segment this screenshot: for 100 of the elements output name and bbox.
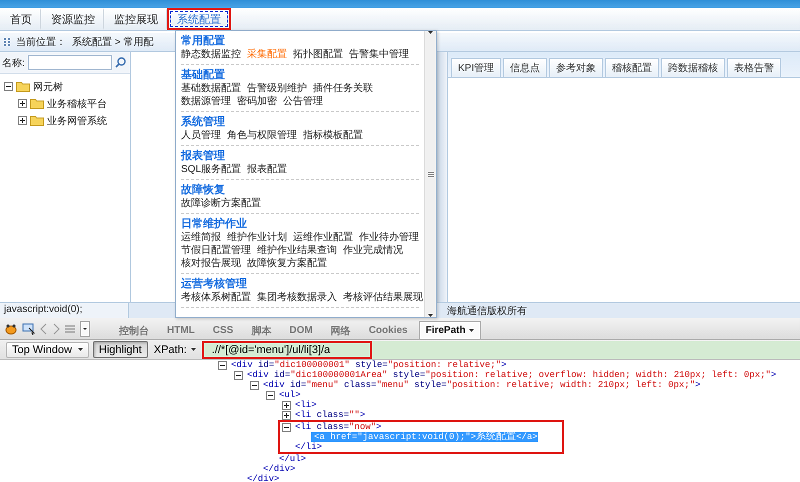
menu-link[interactable]: 指标模板配置: [303, 129, 363, 142]
devtools-tab[interactable]: 网络: [324, 321, 358, 339]
devtools-tab[interactable]: CSS: [206, 321, 240, 339]
markup-line[interactable]: <div id="dic100000001Area" style="position: relative; overflow: hidden; width: 210px; left: 0px;">: [247, 370, 776, 380]
dropdown-icon[interactable]: [80, 320, 90, 336]
search-field[interactable]: [28, 55, 112, 70]
menu-link[interactable]: 作业完成情况: [343, 244, 403, 257]
search-icon[interactable]: [114, 57, 126, 68]
menu-link[interactable]: 维护作业结果查询: [257, 244, 337, 257]
menu-link[interactable]: 静态数据监控: [181, 48, 241, 61]
menu-link[interactable]: 插件任务关联: [313, 82, 373, 95]
grip-icon: [4, 37, 10, 47]
menu-section-title: 日常维护作业: [181, 217, 248, 231]
breadcrumb-label: 当前位置：: [16, 36, 66, 49]
menu-link[interactable]: 考核评估结果展现: [343, 291, 423, 304]
caret-icon: [468, 329, 474, 332]
window-select[interactable]: Top Window: [6, 342, 89, 358]
nav-item[interactable]: 资源监控: [41, 8, 104, 30]
devtools-tab[interactable]: Cookies: [362, 321, 415, 339]
markup-line[interactable]: <li>: [295, 400, 317, 410]
tab[interactable]: 参考对象: [549, 58, 604, 77]
nav-item[interactable]: 系统配置: [167, 8, 231, 30]
menu-link[interactable]: 角色与权限管理: [227, 129, 297, 142]
tab[interactable]: 稽核配置: [605, 58, 660, 77]
caret-icon: [78, 348, 83, 351]
collapse-icon[interactable]: [250, 380, 259, 390]
menu-link[interactable]: 故障恢复方案配置: [247, 257, 327, 270]
menu-link[interactable]: 核对报告展现: [181, 257, 241, 270]
highlight-button[interactable]: Highlight: [92, 341, 148, 358]
menu-link[interactable]: 人员管理: [181, 129, 221, 142]
markup-line[interactable]: <li class="">: [295, 410, 366, 420]
scrollbar[interactable]: [424, 31, 436, 317]
markup-line[interactable]: <ul>: [279, 390, 301, 400]
tab[interactable]: KPI管理: [451, 58, 502, 77]
collapse-icon[interactable]: [282, 422, 291, 432]
caret-icon: [190, 348, 196, 351]
list-icon[interactable]: [64, 322, 76, 334]
devtools-tab[interactable]: DOM: [282, 321, 320, 339]
menu-link[interactable]: 数据源管理: [181, 95, 231, 108]
menu-link[interactable]: SQL服务配置: [181, 163, 242, 176]
menu-section-title: 系统管理: [181, 115, 226, 129]
menu-link[interactable]: 公告管理: [283, 95, 323, 108]
collapse-icon[interactable]: [4, 82, 13, 91]
menu-link[interactable]: 告警集中管理: [349, 48, 409, 61]
status-url: javascript:void(0);: [0, 303, 129, 318]
tree-item[interactable]: 网元树: [33, 80, 63, 94]
xpath-field[interactable]: .//*[@id='menu']/ul/li[3]/a: [202, 340, 800, 358]
xpath-select[interactable]: XPath:: [152, 344, 198, 356]
menu-link[interactable]: 故障诊断方案配置: [181, 197, 261, 210]
menu-link[interactable]: 维护作业计划: [227, 231, 287, 244]
menu-link[interactable]: 运维简报: [181, 231, 221, 244]
menu-link[interactable]: 运维作业配置: [293, 231, 353, 244]
search-label: 名称:: [2, 56, 25, 70]
expand-icon[interactable]: [18, 99, 27, 108]
markup-line: </ul>: [279, 454, 306, 464]
menu-section-title: 常用配置: [181, 34, 226, 48]
menu-link[interactable]: 作业待办管理: [359, 231, 419, 244]
expand-icon[interactable]: [18, 116, 27, 125]
markup-line[interactable]: <div id="dic100000001" style="position: relative;">: [231, 360, 506, 370]
menu-link[interactable]: 集团考核数据录入: [257, 291, 337, 304]
markup-line[interactable]: <li class="now">: [295, 422, 382, 432]
annotation-frame: .//*[@id='menu']/ul/li[3]/a: [202, 340, 372, 358]
devtools-tab[interactable]: FirePath: [418, 321, 481, 339]
nav-item[interactable]: 监控展现: [104, 8, 167, 30]
tree-item[interactable]: 业务网管系统: [47, 114, 107, 128]
markup-line: </div>: [263, 464, 296, 474]
collapse-icon[interactable]: [234, 370, 243, 380]
scroll-thumb-grip-icon[interactable]: [428, 172, 434, 176]
markup-line: </li>: [295, 442, 322, 452]
devtools-tab[interactable]: 控制台: [112, 321, 156, 339]
menu-section-title: 报表管理: [181, 149, 226, 163]
tab[interactable]: 信息点: [503, 58, 548, 77]
menu-section-title: 运营考核管理: [181, 277, 248, 291]
tab[interactable]: 跨数据稽核: [661, 58, 726, 77]
bug-icon[interactable]: [4, 322, 18, 334]
menu-link[interactable]: 节假日配置管理: [181, 244, 251, 257]
inspect-icon[interactable]: [22, 322, 36, 334]
devtools-tab[interactable]: 脚本: [244, 321, 278, 339]
menu-link[interactable]: 密码加密: [237, 95, 277, 108]
expand-icon[interactable]: [282, 410, 291, 420]
menu-link[interactable]: 拓扑图配置: [293, 48, 343, 61]
nav-item[interactable]: 首页: [0, 8, 41, 30]
folder-icon: [30, 115, 44, 126]
folder-icon: [30, 98, 44, 109]
menu-section-title: 基础配置: [181, 68, 226, 82]
menu-link[interactable]: 告警级别维护: [247, 82, 307, 95]
markup-line: </div>: [247, 474, 280, 482]
markup-line[interactable]: <div id="menu" class="menu" style="position: relative; width: 210px; left: 0px;">: [263, 380, 701, 390]
collapse-icon[interactable]: [266, 390, 275, 400]
tab[interactable]: 表格告警: [727, 58, 782, 77]
menu-link[interactable]: 考核体系树配置: [181, 291, 251, 304]
folder-icon: [16, 81, 30, 92]
expand-icon[interactable]: [282, 400, 291, 410]
menu-link[interactable]: 报表配置: [247, 163, 288, 176]
menu-link[interactable]: 基础数据配置: [181, 82, 241, 95]
collapse-icon[interactable]: [218, 360, 227, 370]
devtools-tab[interactable]: HTML: [160, 321, 202, 339]
tree-item[interactable]: 业务稽核平台: [47, 96, 107, 110]
menu-section-title: 故障恢复: [181, 183, 226, 197]
breadcrumb-path: 系统配置 > 常用配: [72, 36, 154, 49]
